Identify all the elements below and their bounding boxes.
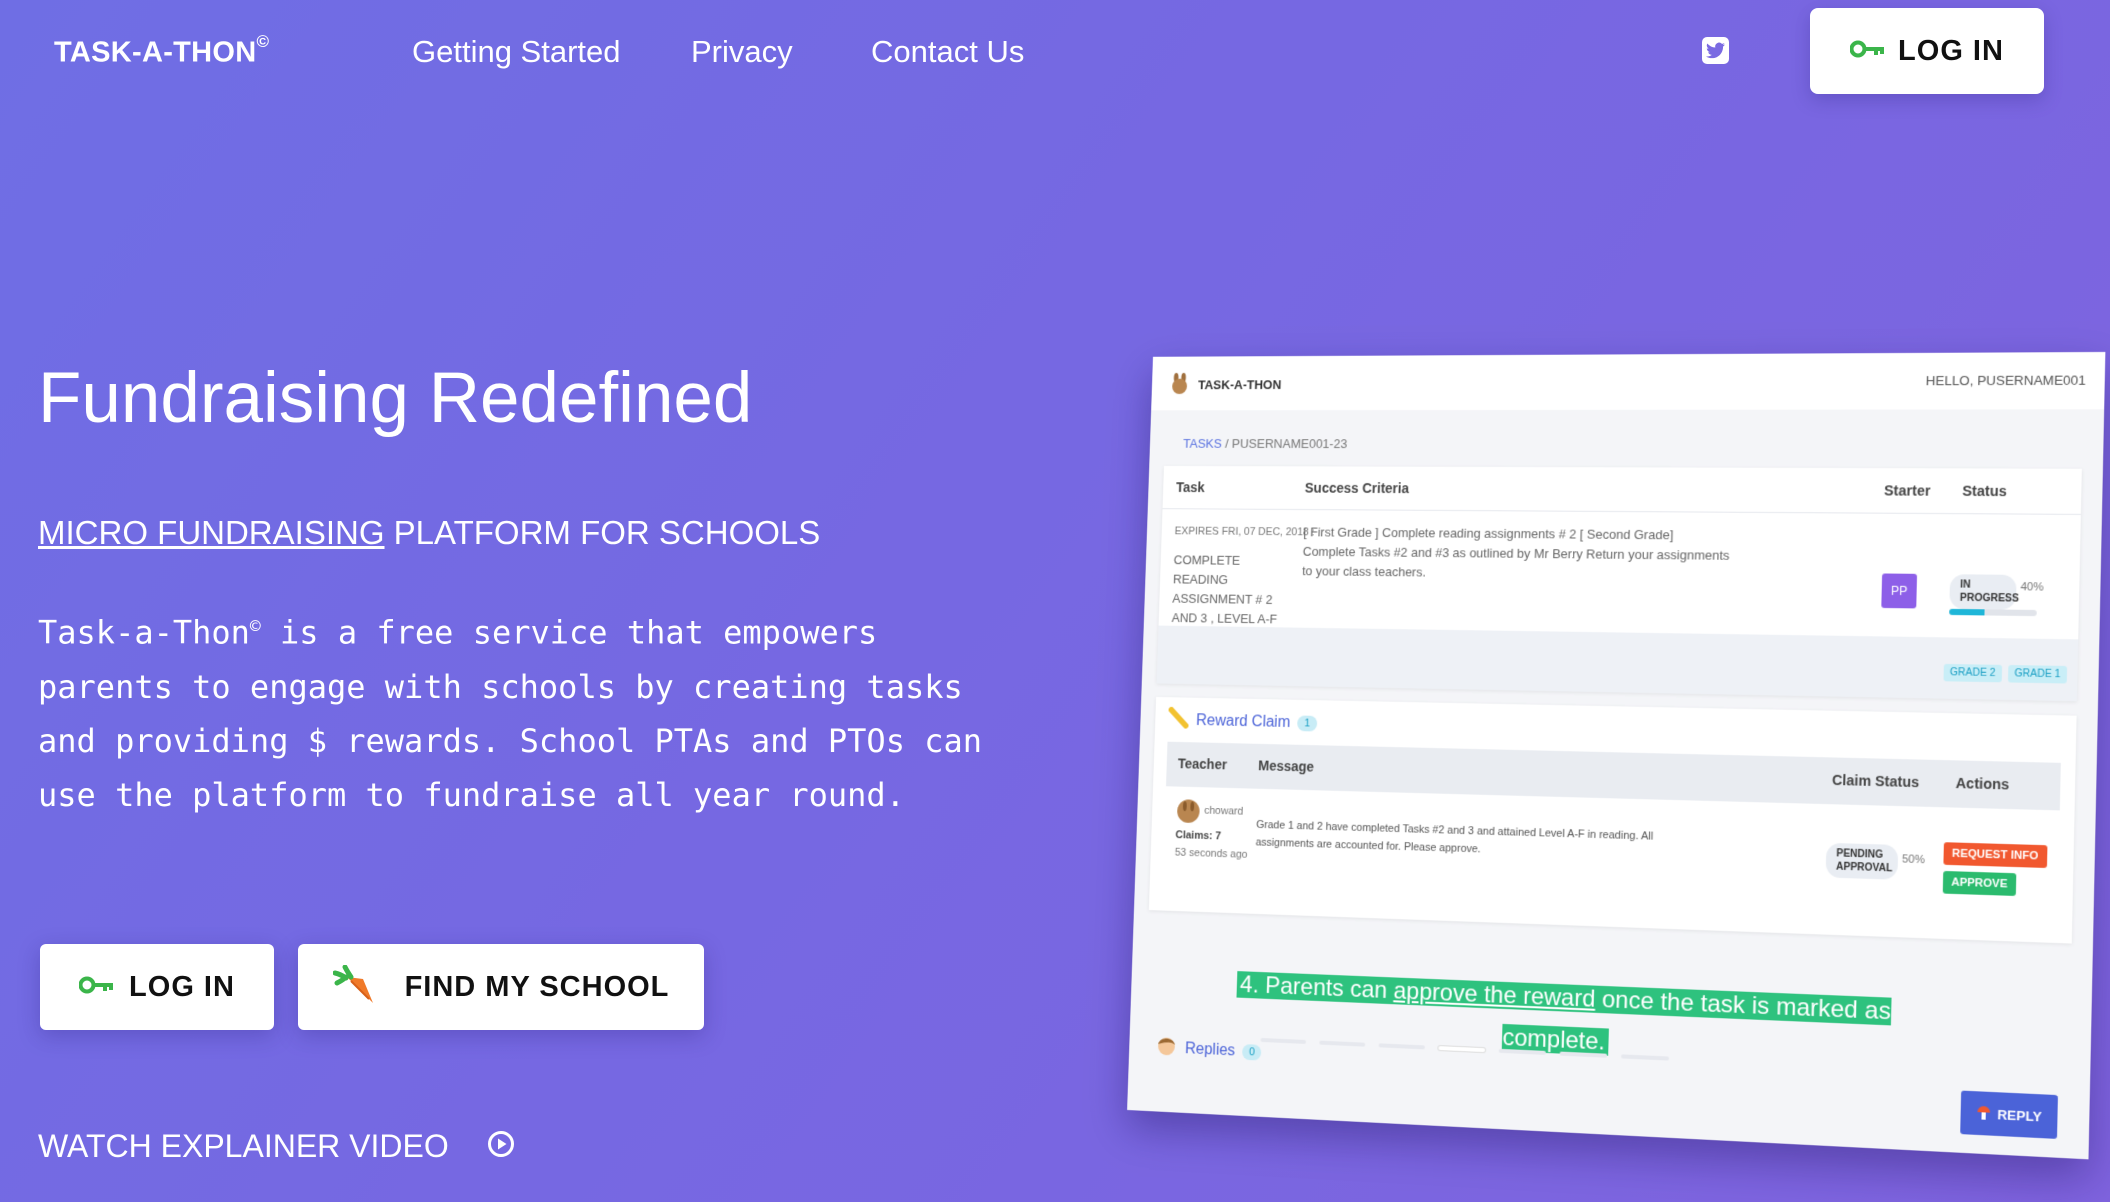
mock-th-message: Message [1257,757,1315,775]
mock-status-bar-fill [1949,608,1985,616]
mock-claim-status-pill: PENDING APPROVAL [1825,842,1899,880]
hero-login-label: LOG IN [129,970,235,1003]
hero-subtitle: MICRO FUNDRAISING PLATFORM FOR SCHOOLS [38,514,821,551]
find-my-school-button[interactable]: FIND MY SCHOOL [298,944,704,1030]
mock-status-pill: IN PROGRESS [1949,574,2019,610]
hero-title: Fundraising Redefined [38,359,753,438]
nav-login-button[interactable]: LOG IN [1810,8,2044,94]
avatar [1176,798,1201,829]
twitter-icon[interactable] [1702,37,1729,64]
mock-th-claim-status: Claim Status [1831,771,1920,791]
nav-privacy[interactable]: Privacy [691,34,793,70]
tutorial-caption: 4. Parents can approve the reward once t… [1227,964,1900,1077]
mock-task-card: Task Success Criteria Starter Status EXP… [1156,465,2082,702]
key-icon [1849,39,1886,64]
mock-th-starter: Starter [1883,482,1931,499]
bunny-icon [1168,372,1191,398]
mock-task-criteria: [ First Grade ] Complete reading assignm… [1301,524,1730,580]
mock-status-bar [1949,608,2037,617]
mock-th-status: Status [1962,482,2007,500]
mock-claim-message: Grade 1 and 2 have completed Tasks #2 an… [1255,818,1654,856]
mock-approve-button[interactable]: APPROVE [1942,870,2017,896]
mock-th-task: Task [1175,479,1206,495]
mock-th-teacher: Teacher [1177,755,1228,773]
mock-claim-pct: 50% [1901,853,1925,867]
mock-reward-title: Reward Claim 1 [1168,707,1318,737]
boy-avatar-icon [1155,1033,1178,1062]
mock-header: TASK-A-THON HELLO, PUSERNAME001 [1151,351,2106,411]
mock-starter-avatar: PP [1881,573,1918,609]
mock-th-criteria: Success Criteria [1304,479,1410,497]
mock-teacher-name: choward [1204,804,1244,818]
top-nav: TASK-A-THON© Getting Started Privacy Con… [0,0,2110,104]
watch-video-label: WATCH EXPLAINER VIDEO [38,1128,449,1164]
nav-login-label: LOG IN [1898,34,2004,67]
hero-login-button[interactable]: LOG IN [40,944,274,1030]
mock-th-actions: Actions [1955,774,2010,793]
mock-grade-tag: GRADE 2 [1943,663,2003,683]
mock-claim-time: 53 seconds ago [1174,846,1248,861]
mock-request-info-button[interactable]: REQUEST INFO [1943,842,2047,868]
mock-task-expires: EXPIRES FRI, 07 DEC, 2018 : [1174,525,1315,539]
mushroom-icon [1976,1103,1991,1123]
mock-status-pct: 40% [2020,581,2044,594]
brand-logo[interactable]: TASK-A-THON© [54,32,269,70]
mock-grade-tag: GRADE 1 [2007,664,2068,684]
nav-getting-started[interactable]: Getting Started [412,34,621,70]
mock-user-greeting[interactable]: HELLO, PUSERNAME001 [1926,373,2086,389]
micro-fundraising-link[interactable]: MICRO FUNDRAISING [38,514,385,551]
hero-description: Task-a-Thon© is a free service that empo… [38,613,983,814]
app-screenshot: TASK-A-THON HELLO, PUSERNAME001 TASKS / … [1127,351,2106,1160]
mock-claims: Claims: 7 [1175,829,1222,843]
mock-brand: TASK-A-THON [1168,372,1282,398]
watch-video-link[interactable]: WATCH EXPLAINER VIDEO [38,1128,515,1165]
mock-task-name: COMPLETE READING ASSIGNMENT # 2 AND 3 , … [1171,552,1278,627]
mock-replies-title: Replies 0 [1155,1033,1262,1066]
key-icon [78,975,115,1000]
mock-reward-card: Reward Claim 1 Teacher Message Claim Sta… [1148,696,2077,944]
mock-breadcrumb: TASKS / PUSERNAME001-23 [1182,436,1348,451]
nav-contact-us[interactable]: Contact Us [871,34,1024,70]
play-circle-icon [487,1130,515,1163]
trophy-icon [1168,707,1189,734]
find-my-school-label: FIND MY SCHOOL [404,970,670,1003]
carrot-icon [332,964,377,1010]
mock-reply-button[interactable]: REPLY [1960,1090,2058,1139]
